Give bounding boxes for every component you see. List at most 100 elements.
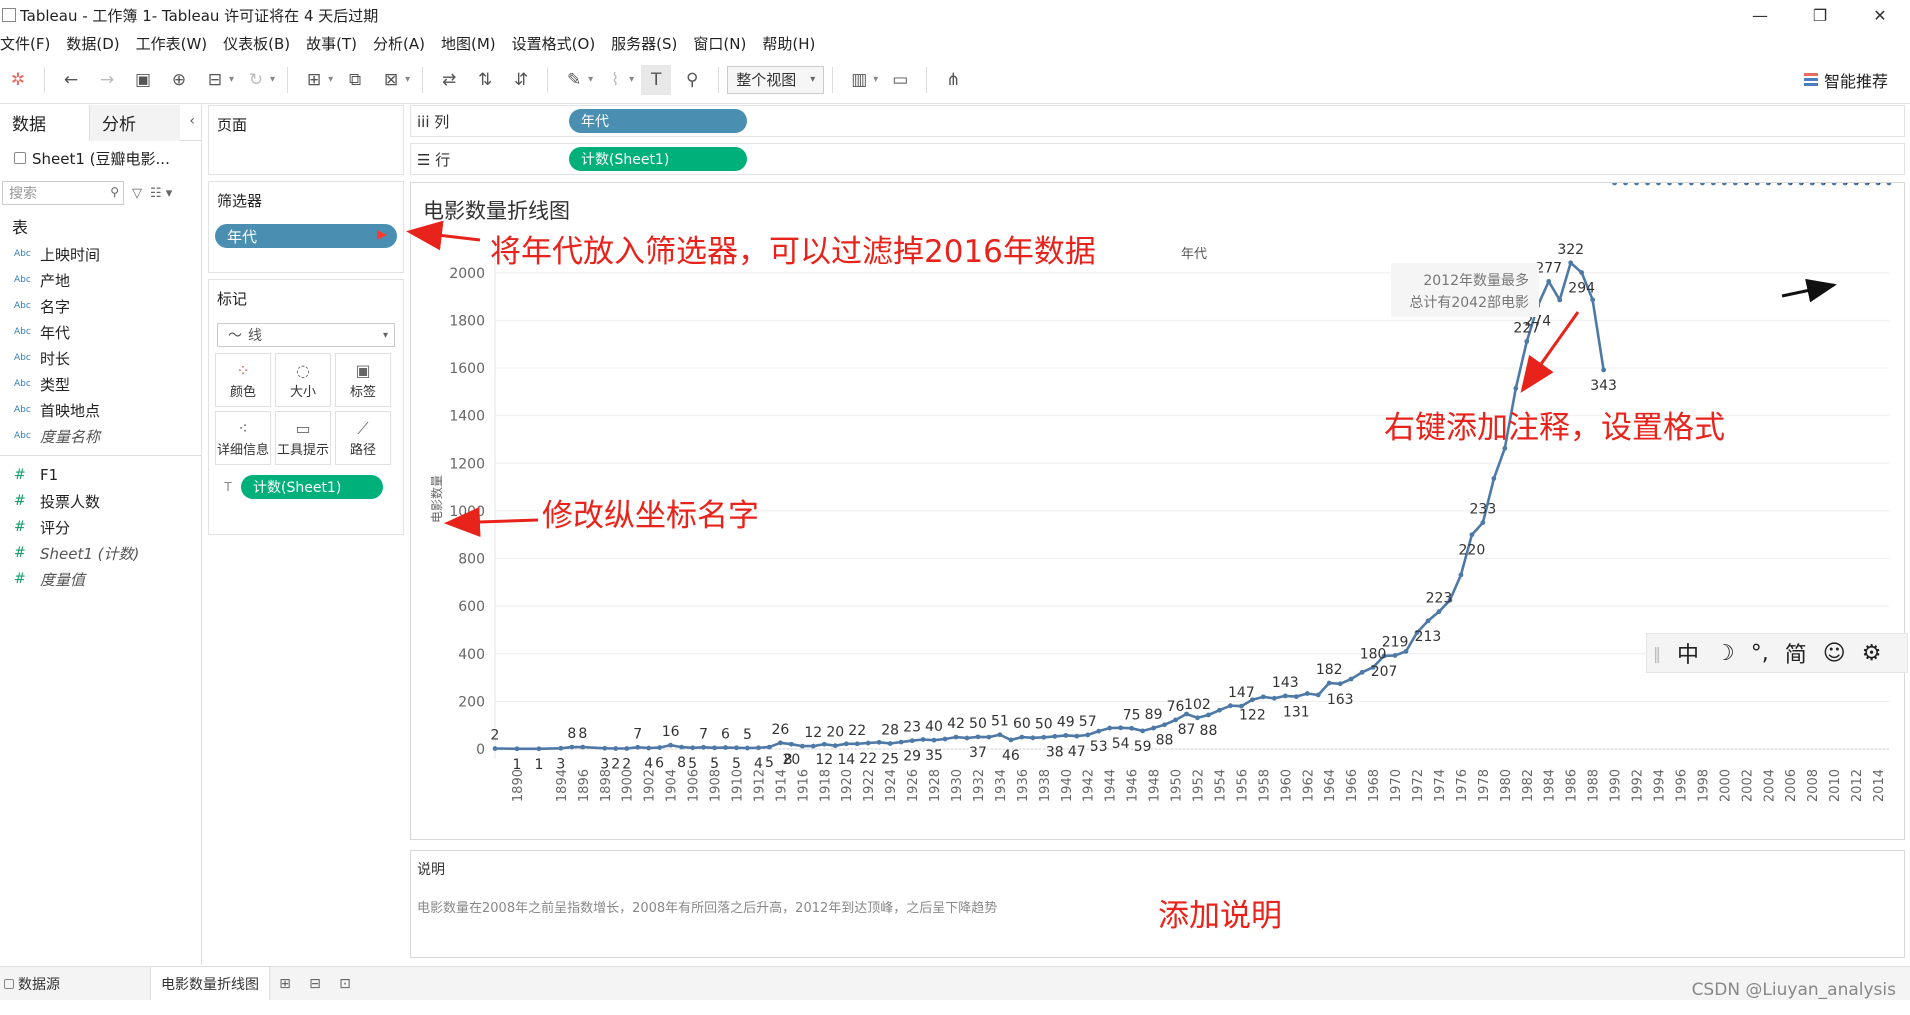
close-button[interactable]: ✕: [1850, 0, 1910, 30]
menu-help[interactable]: 帮助(H): [762, 33, 815, 54]
highlight-icon[interactable]: ✎: [559, 65, 589, 95]
new-story-icon[interactable]: ⊡: [330, 976, 360, 992]
sort-descending-icon[interactable]: ⇵: [506, 65, 536, 95]
ime-moon-icon[interactable]: ☽: [1715, 641, 1735, 666]
data-label: 143: [1272, 675, 1299, 691]
field-item[interactable]: Abc 时长: [0, 345, 201, 371]
filters-card[interactable]: 筛选器 年代: [208, 181, 404, 273]
color-button[interactable]: ⁘ 颜色: [215, 353, 271, 407]
datasource-item[interactable]: Sheet1 (豆瓣电影...: [0, 141, 201, 175]
field-item[interactable]: # 评分: [0, 514, 201, 540]
label-button[interactable]: ▣ 标签: [335, 353, 391, 407]
restore-button[interactable]: ❐: [1790, 0, 1850, 30]
ime-simplified-toggle[interactable]: 简: [1785, 637, 1807, 669]
data-label: 76: [1167, 699, 1185, 715]
size-button[interactable]: ◌ 大小: [275, 353, 331, 407]
pin-icon[interactable]: ⚲: [677, 65, 707, 95]
ime-punctuation-icon[interactable]: °,: [1751, 641, 1769, 666]
minimize-button[interactable]: —: [1730, 0, 1790, 30]
clear-sheet-icon[interactable]: ⊠: [376, 65, 406, 95]
marks-count-pill[interactable]: 计数(Sheet1): [241, 475, 383, 499]
menu-worksheet[interactable]: 工作表(W): [136, 33, 208, 54]
redo-icon[interactable]: →: [92, 65, 122, 95]
data-label: 2: [491, 728, 500, 744]
field-item[interactable]: Abc 产地: [0, 267, 201, 293]
chevron-down-icon[interactable]: ▾: [405, 74, 410, 85]
show-me-button[interactable]: 智能推荐: [1803, 68, 1888, 92]
undo-icon[interactable]: ←: [56, 65, 86, 95]
chevron-down-icon[interactable]: ▾: [328, 74, 333, 85]
view-fit-select[interactable]: 整个视图 ▾: [727, 65, 825, 94]
new-datasource-icon[interactable]: ⊕: [164, 65, 194, 95]
ime-grip-icon[interactable]: ‖: [1653, 644, 1661, 663]
new-dashboard-icon[interactable]: ⊟: [300, 976, 330, 992]
filter-icon[interactable]: ▽: [132, 186, 142, 201]
tab-sheet-active[interactable]: 电影数量折线图: [150, 966, 270, 1001]
show-labels-icon[interactable]: T: [641, 64, 672, 95]
data-label: 277: [1535, 260, 1562, 276]
columns-shelf[interactable]: iii 列 年代: [410, 105, 1905, 137]
data-label: 20: [826, 725, 844, 741]
path-button[interactable]: ⟋ 路径: [335, 411, 391, 465]
field-item[interactable]: # 度量值: [0, 566, 201, 592]
new-worksheet-icon[interactable]: ⊞: [299, 65, 329, 95]
menu-format[interactable]: 设置格式(O): [512, 33, 596, 54]
pause-updates-icon[interactable]: ⊟: [200, 65, 230, 95]
mark-type-select[interactable]: 〜 线 ▾: [217, 323, 395, 347]
ime-chinese-toggle[interactable]: 中: [1677, 637, 1699, 669]
chevron-down-icon[interactable]: ▾: [588, 74, 593, 85]
field-item[interactable]: Abc 度量名称: [0, 423, 201, 449]
chevron-down-icon[interactable]: ▾: [229, 74, 234, 85]
duplicate-sheet-icon[interactable]: ⧉: [340, 65, 370, 95]
presentation-mode-icon[interactable]: ▭: [885, 65, 915, 95]
columns-pill-year[interactable]: 年代: [569, 109, 747, 133]
menu-window[interactable]: 窗口(N): [693, 33, 746, 54]
field-item[interactable]: Abc 类型: [0, 371, 201, 397]
menu-server[interactable]: 服务器(S): [611, 33, 677, 54]
tableau-logo-icon[interactable]: ✲: [3, 65, 33, 95]
chevron-down-icon[interactable]: ▾: [629, 74, 634, 85]
toolbar-separator: [422, 66, 424, 93]
field-item[interactable]: # Sheet1 (计数): [0, 540, 201, 566]
menu-file[interactable]: 文件(F): [0, 33, 50, 54]
data-point: [646, 745, 652, 751]
group-icon[interactable]: ⌇: [600, 65, 630, 95]
share-icon[interactable]: ⋔: [938, 65, 968, 95]
field-item[interactable]: # 投票人数: [0, 488, 201, 514]
show-cards-icon[interactable]: ▥: [844, 65, 874, 95]
menu-map[interactable]: 地图(M): [441, 33, 496, 54]
sort-ascending-icon[interactable]: ⇅: [470, 65, 500, 95]
menu-story[interactable]: 故事(T): [306, 33, 357, 54]
field-item[interactable]: Abc 上映时间: [0, 241, 201, 267]
filter-pill-year[interactable]: 年代: [215, 224, 397, 248]
detail-button[interactable]: ⁖ 详细信息: [215, 411, 271, 465]
menu-analysis[interactable]: 分析(A): [373, 33, 425, 54]
field-item[interactable]: # F1: [0, 462, 201, 488]
tab-datasource[interactable]: 数据源: [0, 974, 150, 994]
menu-data[interactable]: 数据(D): [66, 33, 119, 54]
rows-shelf[interactable]: ☰ 行 计数(Sheet1): [410, 143, 1905, 175]
tooltip-button[interactable]: ▭ 工具提示: [275, 411, 331, 465]
data-point: [1315, 692, 1321, 698]
pages-card[interactable]: 页面: [208, 105, 404, 175]
view-options-icon[interactable]: ☷ ▾: [150, 186, 172, 201]
data-point: [1217, 707, 1222, 713]
chevron-down-icon[interactable]: ▾: [270, 74, 275, 85]
new-worksheet-icon[interactable]: ⊞: [270, 976, 300, 992]
tab-analysis[interactable]: 分析: [90, 104, 180, 141]
refresh-icon[interactable]: ↻: [241, 65, 271, 95]
rows-pill-count[interactable]: 计数(Sheet1): [569, 147, 747, 171]
swap-axes-icon[interactable]: ⇄: [434, 65, 464, 95]
chevron-down-icon[interactable]: ▾: [873, 74, 878, 85]
field-item[interactable]: Abc 首映地点: [0, 397, 201, 423]
field-item[interactable]: Abc 年代: [0, 319, 201, 345]
collapse-pane-icon[interactable]: ‹: [189, 113, 195, 129]
field-search-input[interactable]: 搜索 ⚲: [2, 181, 124, 205]
ime-emoji-icon[interactable]: ☺: [1823, 641, 1846, 666]
field-item[interactable]: Abc 名字: [0, 293, 201, 319]
save-icon[interactable]: ▣: [128, 65, 158, 95]
tab-data[interactable]: 数据: [0, 104, 90, 141]
data-point: [1590, 297, 1596, 303]
menu-dashboard[interactable]: 仪表板(B): [223, 33, 290, 54]
ime-settings-icon[interactable]: ⚙: [1862, 641, 1882, 666]
